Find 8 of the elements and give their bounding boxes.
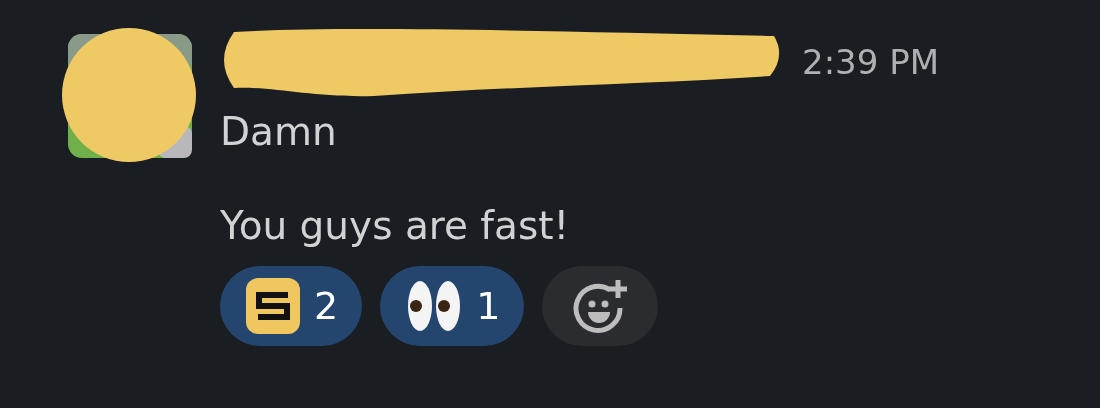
eyes-icon xyxy=(406,280,463,332)
reaction-button[interactable]: 2 xyxy=(220,266,363,346)
smiley-plus-icon xyxy=(572,278,629,334)
message-text: Damn xyxy=(220,108,338,156)
reaction-button[interactable]: 1 xyxy=(380,266,525,346)
message-text: You guys are fast! xyxy=(220,202,571,250)
logo-icon xyxy=(246,278,300,334)
timestamp: 2:39 PM xyxy=(802,42,939,82)
